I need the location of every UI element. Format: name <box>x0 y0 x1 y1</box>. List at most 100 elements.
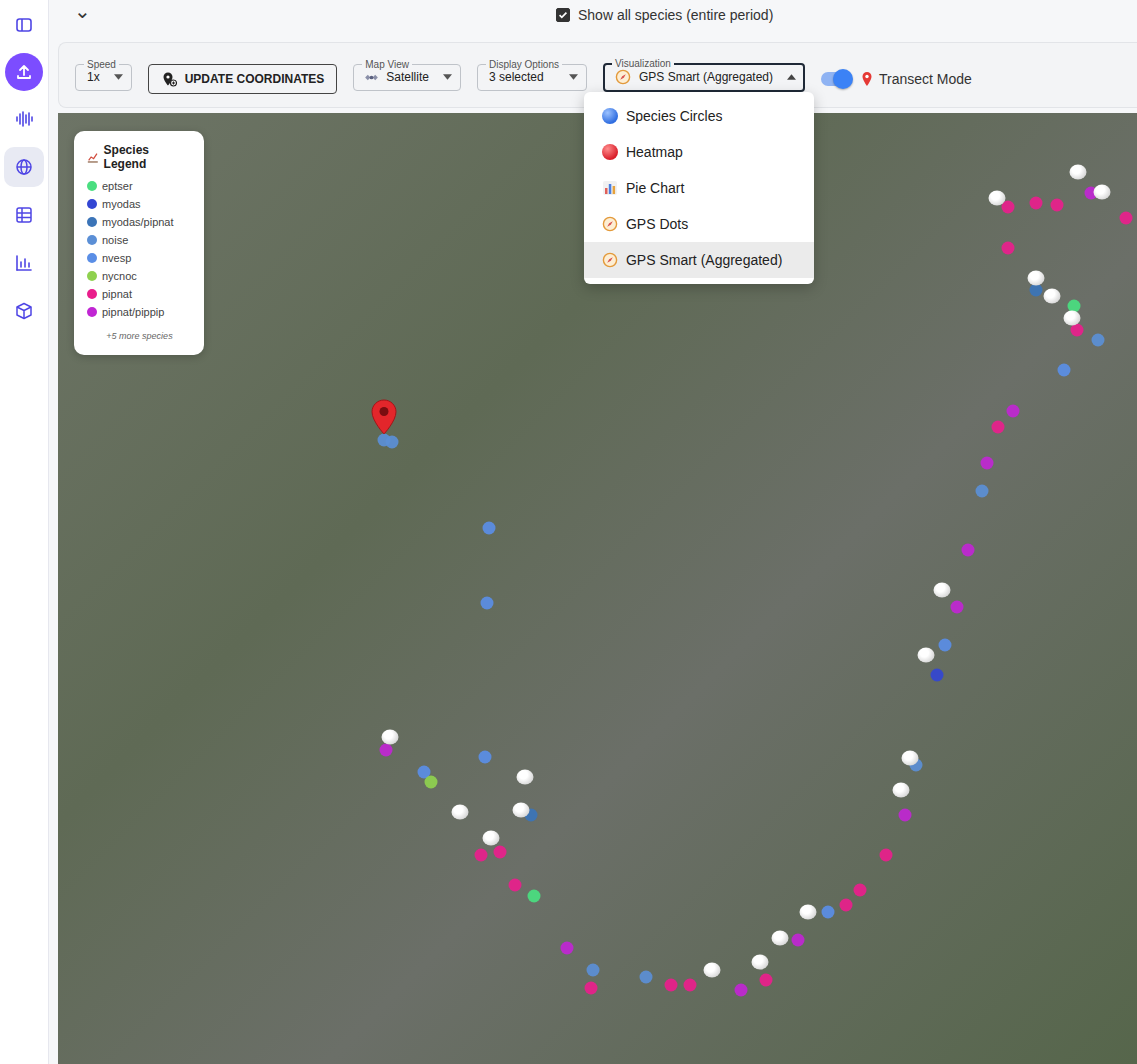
gps-dot[interactable] <box>1120 211 1133 224</box>
collapse-toggle[interactable]: ⌄ <box>74 1 88 21</box>
menu-item[interactable]: Species Circles <box>584 98 814 134</box>
sidebar-item[interactable] <box>4 195 44 235</box>
cluster-marker[interactable] <box>512 803 529 818</box>
gps-dot[interactable] <box>664 979 677 992</box>
display-options-select[interactable]: Display Options 3 selected <box>477 59 587 91</box>
gps-dot[interactable] <box>981 456 994 469</box>
main: ⌄ Show all species (entire period) Speed… <box>49 0 1137 1064</box>
gps-dot[interactable] <box>735 983 748 996</box>
sidebar-item[interactable] <box>4 5 44 45</box>
gps-dot[interactable] <box>950 600 963 613</box>
visualization-select[interactable]: Visualization GPS Smart (Aggregated) <box>603 58 805 92</box>
gps-dot[interactable] <box>585 981 598 994</box>
app: ⌄ Show all species (entire period) Speed… <box>0 0 1137 1064</box>
gps-dot[interactable] <box>561 941 574 954</box>
gps-dot[interactable] <box>1051 199 1064 212</box>
checkbox[interactable] <box>556 8 570 22</box>
gps-dot[interactable] <box>899 808 912 821</box>
gps-dot[interactable] <box>482 521 495 534</box>
legend-title: Species Legend <box>87 143 192 171</box>
sidebar-item[interactable] <box>4 99 44 139</box>
gps-dot[interactable] <box>474 848 487 861</box>
heatmap-icon <box>602 144 618 160</box>
sidebar-item[interactable] <box>4 243 44 283</box>
sidebar-item[interactable] <box>4 291 44 331</box>
cluster-marker[interactable] <box>1027 271 1044 286</box>
gps-dot[interactable] <box>587 963 600 976</box>
menu-item[interactable]: Pie Chart <box>584 170 814 206</box>
sidebar <box>0 0 49 1064</box>
visualization-control: Visualization GPS Smart (Aggregated) Spe… <box>603 58 805 92</box>
gps-dot[interactable] <box>879 848 892 861</box>
gps-dot[interactable] <box>759 974 772 987</box>
toolbar: Speed 1x UPDATE COORDINATES Map View Sat… <box>58 42 1137 108</box>
gps-dot[interactable] <box>386 436 399 449</box>
cluster-marker[interactable] <box>988 190 1005 205</box>
gps-dot[interactable] <box>931 669 944 682</box>
legend-item: eptser <box>87 177 192 195</box>
cluster-marker[interactable] <box>917 648 934 663</box>
speed-select[interactable]: Speed 1x <box>75 59 132 91</box>
cluster-marker[interactable] <box>517 769 534 784</box>
sidebar-item[interactable] <box>4 147 44 187</box>
visualization-menu: Species Circles Heatmap Pie Chart GPS Do… <box>584 92 814 284</box>
gps-dot[interactable] <box>792 934 805 947</box>
cluster-marker[interactable] <box>892 783 909 798</box>
check-icon <box>557 9 569 21</box>
waveform-icon <box>14 109 34 129</box>
cluster-marker[interactable] <box>902 750 919 765</box>
gps-dot[interactable] <box>509 879 522 892</box>
cluster-marker[interactable] <box>452 804 469 819</box>
cluster-marker[interactable] <box>771 931 788 946</box>
cluster-marker[interactable] <box>799 904 816 919</box>
cluster-marker[interactable] <box>382 729 399 744</box>
gps-dot[interactable] <box>479 750 492 763</box>
cluster-marker[interactable] <box>752 955 769 970</box>
gps-dot[interactable] <box>1001 242 1014 255</box>
cluster-marker[interactable] <box>1064 311 1081 326</box>
menu-item[interactable]: GPS Dots <box>584 206 814 242</box>
gps-dot[interactable] <box>975 485 988 498</box>
globe-icon <box>14 157 34 177</box>
caret-down-icon <box>443 74 452 80</box>
legend-item: nvesp <box>87 249 192 267</box>
upload-icon <box>14 62 34 82</box>
transect-toggle[interactable]: Transect Mode <box>821 71 972 87</box>
gps-dot[interactable] <box>839 899 852 912</box>
gps-dot[interactable] <box>822 905 835 918</box>
gps-dot[interactable] <box>1092 334 1105 347</box>
legend-more[interactable]: +5 more species <box>87 331 192 341</box>
menu-item[interactable]: GPS Smart (Aggregated) <box>584 242 814 278</box>
gps-dot[interactable] <box>853 883 866 896</box>
pin-icon <box>861 71 873 87</box>
cluster-marker[interactable] <box>1069 164 1086 179</box>
cluster-marker[interactable] <box>1094 184 1111 199</box>
gps-dot[interactable] <box>1057 363 1070 376</box>
legend-item: nycnoc <box>87 267 192 285</box>
update-coordinates-button[interactable]: UPDATE COORDINATES <box>148 64 338 94</box>
gps-dot[interactable] <box>991 420 1004 433</box>
gps-dot[interactable] <box>640 971 653 984</box>
cluster-marker[interactable] <box>933 583 950 598</box>
gps-dot[interactable] <box>938 638 951 651</box>
legend-item: myodas/pipnat <box>87 213 192 231</box>
gps-dot[interactable] <box>527 889 540 902</box>
gps-dot[interactable] <box>684 979 697 992</box>
gps-dot[interactable] <box>380 744 393 757</box>
gps-dot[interactable] <box>494 845 507 858</box>
menu-item[interactable]: Heatmap <box>584 134 814 170</box>
gps-dot[interactable] <box>961 544 974 557</box>
map-view-select[interactable]: Map View Satellite <box>353 59 461 91</box>
location-marker-icon[interactable] <box>371 399 397 435</box>
gps-dot[interactable] <box>481 596 494 609</box>
cluster-marker[interactable] <box>703 962 720 977</box>
toggle-switch[interactable] <box>821 72 851 86</box>
cluster-marker[interactable] <box>482 830 499 845</box>
gps-dot[interactable] <box>425 775 438 788</box>
gps-dot[interactable] <box>1029 197 1042 210</box>
gps-dot[interactable] <box>1006 404 1019 417</box>
show-all-checkbox[interactable]: Show all species (entire period) <box>556 7 773 23</box>
cluster-marker[interactable] <box>1043 288 1060 303</box>
sidebar-item[interactable] <box>5 53 43 91</box>
panel-icon <box>14 15 34 35</box>
